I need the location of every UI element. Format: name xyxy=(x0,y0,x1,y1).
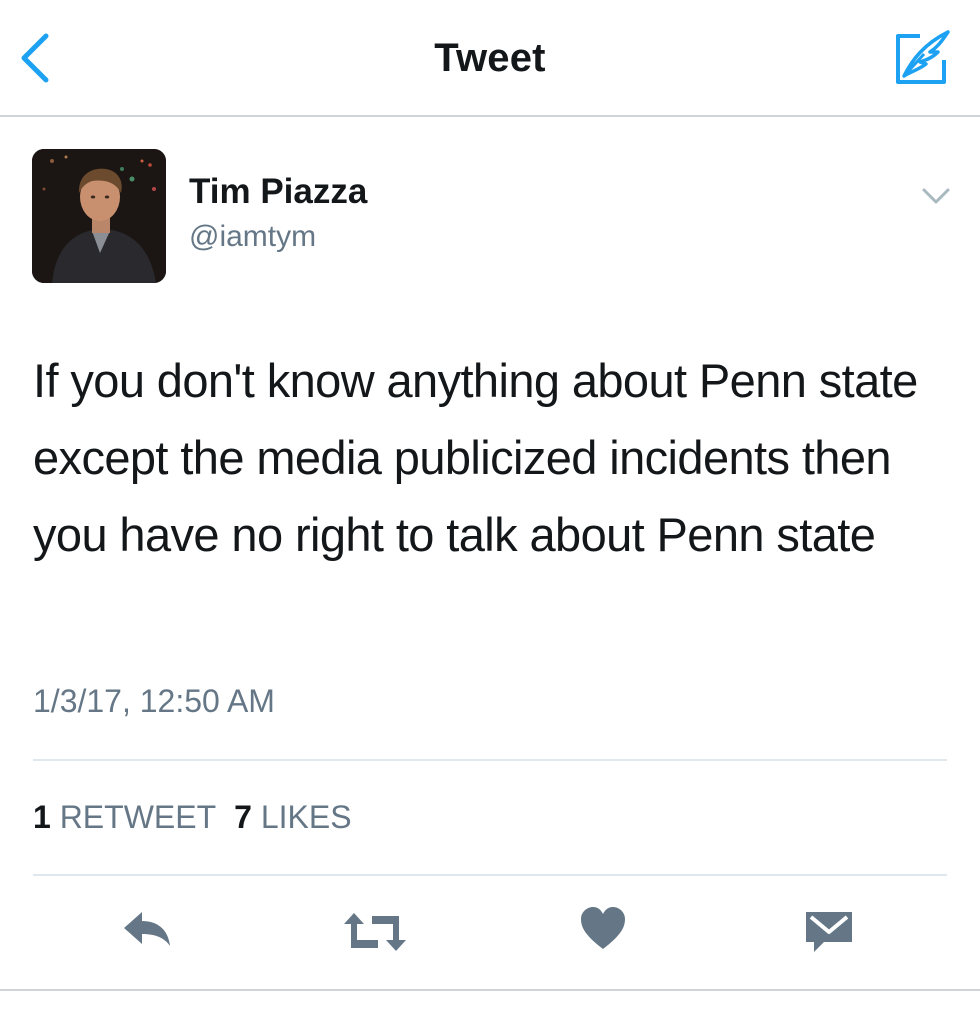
retweet-icon xyxy=(344,913,406,951)
like-count: 7 xyxy=(234,799,252,835)
envelope-icon xyxy=(806,912,852,952)
like-label: LIKES xyxy=(260,799,352,835)
avatar[interactable] xyxy=(32,149,166,283)
like-count-link[interactable]: 7 LIKES xyxy=(234,799,351,835)
retweet-count: 1 xyxy=(33,799,51,835)
tweet-menu-button[interactable] xyxy=(918,178,954,214)
tweet-stats: 1 RETWEET 7 LIKES xyxy=(33,799,370,836)
reply-icon xyxy=(124,912,170,946)
profile-photo xyxy=(32,149,166,283)
divider xyxy=(33,874,947,876)
like-button[interactable] xyxy=(578,904,628,954)
compose-tweet-icon xyxy=(896,30,950,84)
divider xyxy=(33,759,947,761)
compose-tweet-button[interactable] xyxy=(890,26,954,90)
page-title: Tweet xyxy=(434,36,546,80)
navigation-bar: Tweet xyxy=(0,0,980,117)
chevron-down-icon xyxy=(922,188,950,204)
heart-icon xyxy=(581,907,625,949)
bottom-divider xyxy=(0,989,980,991)
tweet-text: If you don't know anything about Penn st… xyxy=(33,354,918,561)
retweet-button[interactable] xyxy=(340,910,410,954)
user-handle[interactable]: @iamtym xyxy=(189,220,316,254)
user-name[interactable]: Tim Piazza xyxy=(189,172,367,212)
reply-button[interactable] xyxy=(120,906,176,956)
tweet-timestamp: 1/3/17, 12:50 AM xyxy=(33,683,275,719)
retweet-label: RETWEET xyxy=(59,799,217,835)
direct-message-button[interactable] xyxy=(804,908,854,954)
retweet-count-link[interactable]: 1 RETWEET xyxy=(33,799,216,835)
